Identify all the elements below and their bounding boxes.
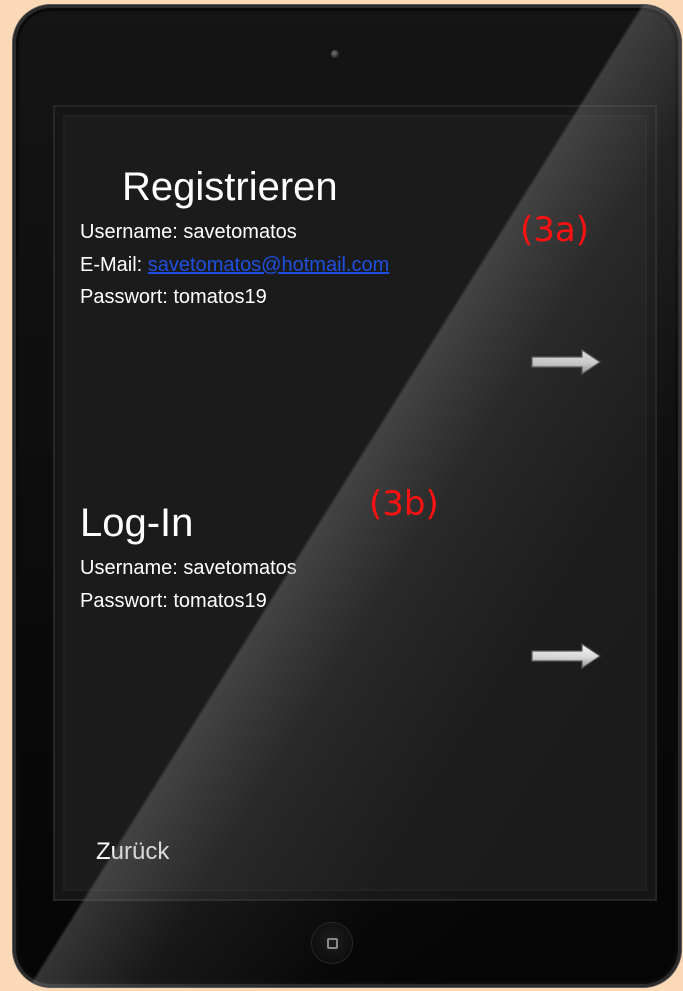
login-title: Log-In	[80, 501, 194, 545]
login-next-arrow-icon[interactable]	[530, 642, 602, 670]
register-username: Username: savetomatos	[80, 221, 297, 243]
annotation-3b: (3b)	[369, 484, 439, 524]
register-next-arrow-icon[interactable]	[530, 348, 602, 376]
register-email-label: E-Mail:	[80, 254, 148, 276]
register-title: Registrieren	[122, 165, 338, 209]
page: Registrieren Username: savetomatos E-Mai…	[0, 0, 683, 991]
register-password: Passwort: tomatos19	[80, 286, 267, 308]
login-password: Passwort: tomatos19	[80, 590, 267, 612]
register-email-row: E-Mail: savetomatos@hotmail.com	[80, 253, 389, 277]
camera-icon	[331, 50, 339, 58]
login-username: Username: savetomatos	[80, 557, 297, 579]
register-email-link[interactable]: savetomatos@hotmail.com	[148, 254, 390, 276]
home-square-icon	[326, 937, 338, 949]
annotation-3a: (3a)	[520, 210, 589, 250]
home-button[interactable]	[312, 923, 352, 963]
back-button[interactable]: Zurück	[96, 838, 169, 866]
